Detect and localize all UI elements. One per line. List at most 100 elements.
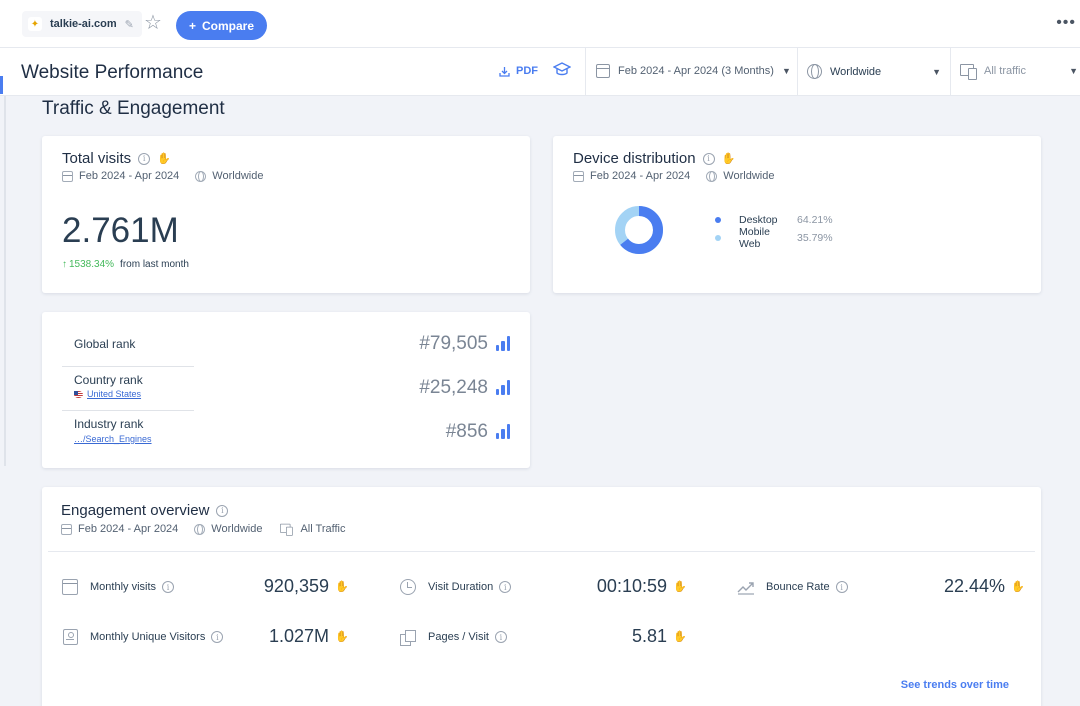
calendar-icon bbox=[61, 523, 72, 535]
industry-link[interactable]: …/Search_Engines bbox=[74, 434, 152, 444]
clock-icon bbox=[398, 577, 418, 597]
legend-name: Mobile Web bbox=[739, 226, 770, 250]
monthly-visits-metric: Monthly visits i bbox=[60, 575, 175, 599]
unique-visitors-metric: Monthly Unique Visitors i bbox=[60, 625, 224, 649]
monthly-visits-value: 920,359 bbox=[263, 576, 329, 596]
date-range-label: Feb 2024 - Apr 2024 (3 Months) bbox=[618, 65, 774, 77]
total-visits-change: ↑ 1538.34% from last month bbox=[62, 259, 189, 270]
metric-label: Monthly Unique Visitors bbox=[90, 631, 206, 643]
rank-label: Country rank bbox=[74, 373, 143, 387]
download-icon bbox=[499, 66, 510, 77]
legend-item: Mobile Web 35.79% bbox=[715, 226, 833, 250]
compare-label: Compare bbox=[202, 18, 255, 33]
rank-label: Industry rank bbox=[74, 417, 144, 431]
rank-label: Global rank bbox=[74, 337, 136, 351]
rank-value: #856 bbox=[445, 421, 488, 442]
info-icon[interactable]: i bbox=[702, 152, 715, 165]
total-visits-value: 2.761M bbox=[62, 211, 179, 250]
country-name: United States bbox=[87, 389, 142, 399]
globe-icon bbox=[706, 170, 718, 182]
bar-chart-icon[interactable] bbox=[495, 336, 510, 351]
legend-name: Desktop bbox=[739, 214, 778, 226]
country-rank-row: Country rank United States #25,248 bbox=[62, 366, 510, 410]
device-donut-chart bbox=[615, 206, 663, 254]
pdf-button[interactable]: PDF bbox=[499, 65, 538, 77]
chevron-down-icon: ▼ bbox=[1069, 66, 1078, 76]
device-distribution-card: Device distribution i ✋ Feb 2024 - Apr 2… bbox=[553, 136, 1041, 293]
arrow-up-icon: ↑ bbox=[62, 259, 67, 270]
graduation-cap-icon[interactable] bbox=[552, 61, 572, 82]
visit-duration-metric: Visit Duration i bbox=[398, 575, 512, 599]
geo-filter[interactable]: Worldwide ▼ bbox=[807, 64, 941, 79]
hand-icon: ✋ bbox=[673, 581, 687, 593]
country-link[interactable]: United States bbox=[74, 389, 141, 399]
metric-label: Visit Duration bbox=[428, 581, 494, 593]
hand-icon: ✋ bbox=[673, 631, 687, 643]
metric-label: Bounce Rate bbox=[766, 581, 830, 593]
header-separator bbox=[585, 48, 586, 96]
legend-dot bbox=[715, 217, 721, 223]
global-rank-row: Global rank #79,505 bbox=[62, 322, 510, 366]
id-card-icon bbox=[60, 627, 80, 647]
globe-icon bbox=[194, 523, 206, 535]
total-visits-date: Feb 2024 - Apr 2024 bbox=[79, 170, 180, 182]
info-icon[interactable]: i bbox=[138, 152, 151, 165]
bar-chart-icon[interactable] bbox=[495, 424, 510, 439]
info-icon[interactable]: i bbox=[499, 581, 512, 593]
see-trends-link[interactable]: See trends over time bbox=[901, 679, 1009, 691]
hand-icon: ✋ bbox=[721, 153, 736, 165]
bar-chart-icon[interactable] bbox=[495, 380, 510, 395]
hand-icon: ✋ bbox=[157, 153, 171, 165]
side-scroll-rail bbox=[4, 96, 6, 466]
rank-value: #25,248 bbox=[419, 377, 488, 398]
flag-icon bbox=[74, 390, 83, 398]
rank-value: #79,505 bbox=[419, 333, 488, 354]
engagement-title: Engagement overview bbox=[61, 502, 210, 519]
info-icon[interactable]: i bbox=[835, 581, 848, 593]
more-menu-icon[interactable]: ••• bbox=[1056, 14, 1076, 32]
site-chip[interactable]: ✦ talkie-ai.com ✎ bbox=[22, 11, 142, 37]
globe-icon bbox=[807, 64, 822, 79]
engagement-traffic: All Traffic bbox=[300, 523, 346, 535]
header-separator bbox=[950, 48, 951, 96]
device-geo: Worldwide bbox=[723, 170, 775, 182]
total-visits-card: Total visits i ✋ Feb 2024 - Apr 2024 Wor… bbox=[42, 136, 530, 293]
device-distribution-title: Device distribution bbox=[573, 150, 696, 167]
device-date: Feb 2024 - Apr 2024 bbox=[590, 170, 691, 182]
change-percent: 1538.34% bbox=[69, 259, 115, 270]
industry-rank-row: Industry rank …/Search_Engines #856 bbox=[62, 410, 510, 454]
info-icon[interactable]: i bbox=[494, 631, 507, 643]
hand-icon: ✋ bbox=[1011, 581, 1025, 593]
engagement-geo: Worldwide bbox=[211, 523, 263, 535]
legend-value: 64.21% bbox=[797, 214, 833, 226]
metric-label: Monthly visits bbox=[90, 581, 157, 593]
section-title: Traffic & Engagement bbox=[42, 98, 225, 119]
calendar-icon bbox=[596, 64, 610, 78]
pdf-label: PDF bbox=[516, 65, 538, 77]
star-icon[interactable]: ☆ bbox=[144, 13, 162, 33]
compare-button[interactable]: + Compare bbox=[176, 11, 267, 40]
site-domain: talkie-ai.com bbox=[50, 18, 117, 30]
site-favicon-icon: ✦ bbox=[28, 17, 42, 31]
chevron-down-icon: ▼ bbox=[932, 66, 941, 77]
traffic-filter[interactable]: All traffic ▼ bbox=[960, 64, 1078, 80]
bounce-rate-value: 22.44% bbox=[943, 576, 1005, 596]
info-icon[interactable]: i bbox=[216, 504, 229, 517]
nav-accent bbox=[0, 76, 3, 94]
info-icon[interactable]: i bbox=[211, 631, 224, 643]
bounce-rate-metric: Bounce Rate i bbox=[736, 575, 848, 599]
pencil-icon[interactable]: ✎ bbox=[125, 18, 134, 31]
visit-duration-value: 00:10:59 bbox=[596, 576, 667, 596]
legend-dot bbox=[715, 235, 721, 241]
page-header: Website Performance PDF Feb 2024 - Apr 2… bbox=[0, 48, 1080, 96]
calendar-icon bbox=[573, 170, 584, 182]
hand-icon: ✋ bbox=[335, 631, 349, 643]
info-icon[interactable]: i bbox=[162, 581, 175, 593]
top-bar: ✦ talkie-ai.com ✎ ☆ + Compare ••• bbox=[0, 0, 1080, 48]
date-range-filter[interactable]: Feb 2024 - Apr 2024 (3 Months) ▼ bbox=[596, 64, 791, 78]
devices-icon bbox=[960, 64, 977, 80]
change-suffix: from last month bbox=[120, 259, 189, 270]
calendar-icon bbox=[62, 170, 73, 182]
hand-icon: ✋ bbox=[335, 581, 349, 593]
total-visits-geo: Worldwide bbox=[212, 170, 264, 182]
